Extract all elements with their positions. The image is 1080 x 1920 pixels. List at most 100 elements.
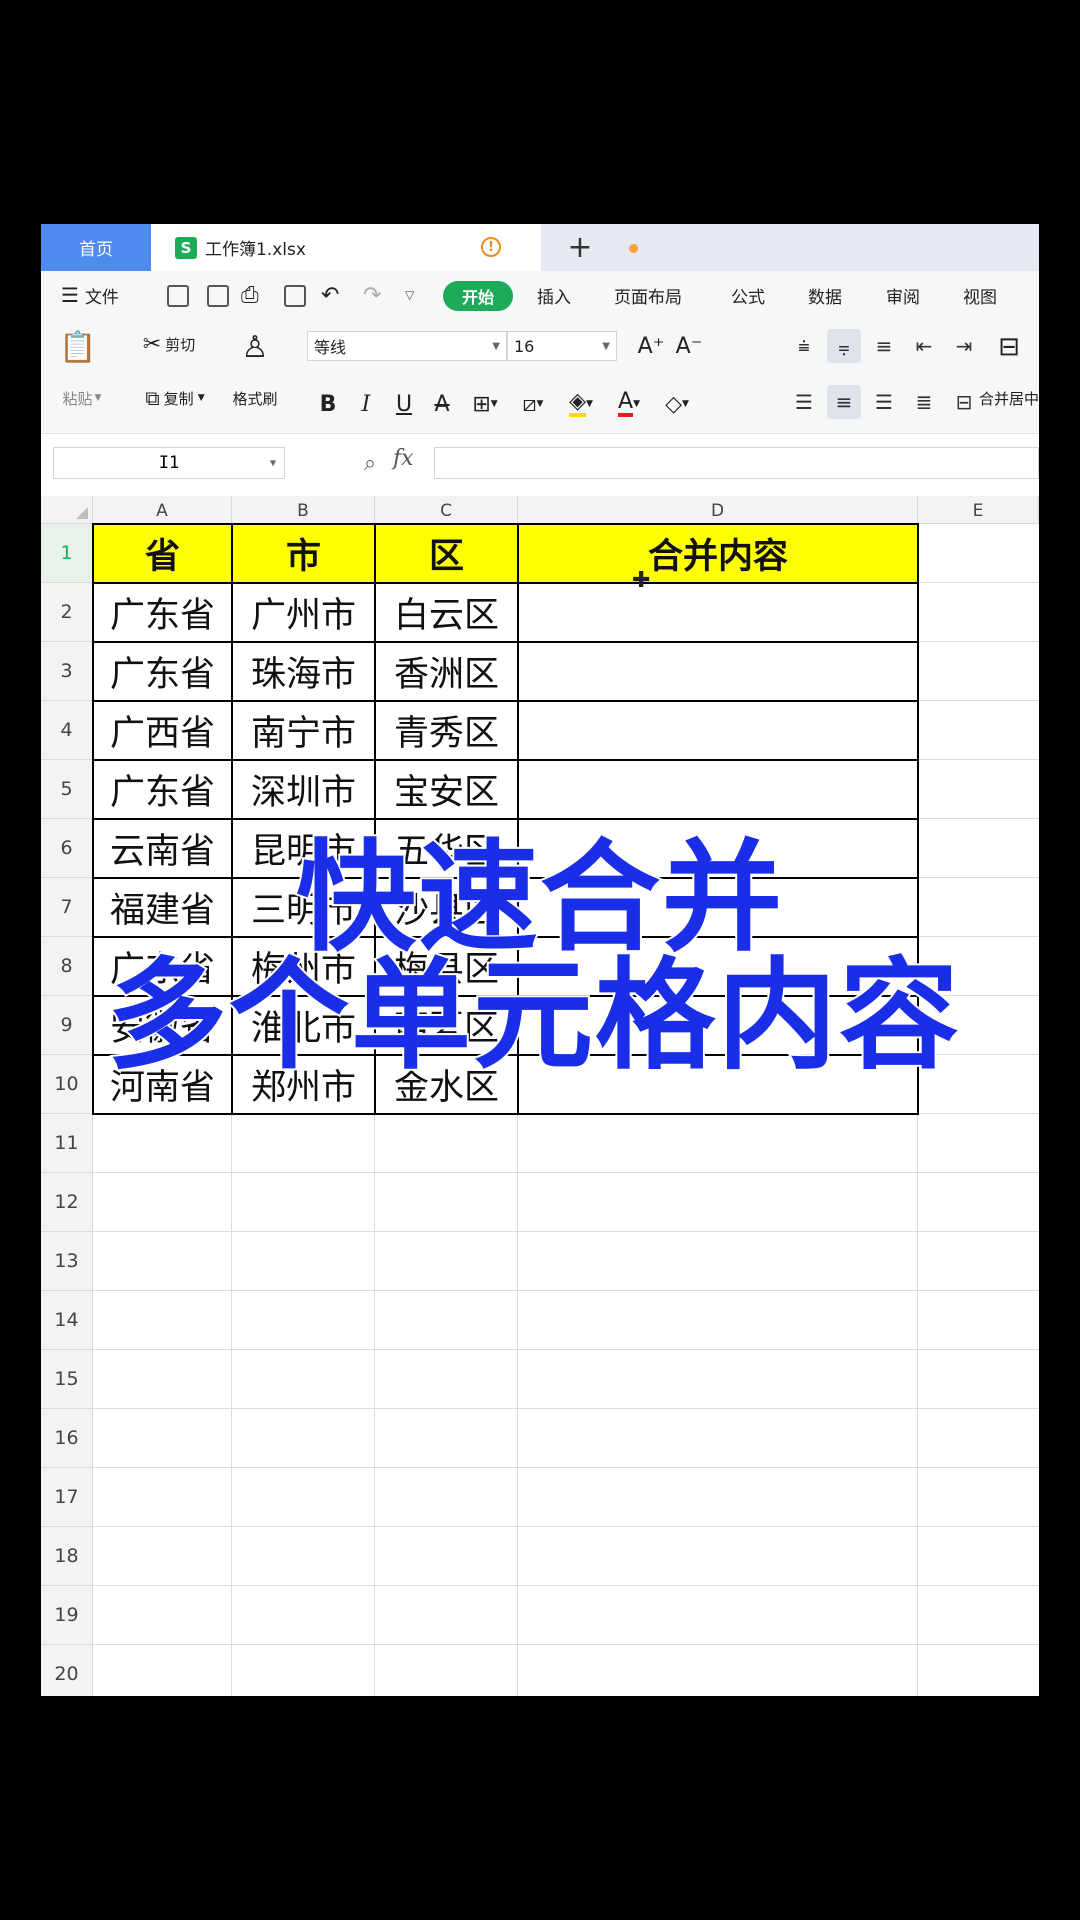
- quick-access-dropdown-icon[interactable]: ▽: [405, 271, 414, 319]
- header-cell[interactable]: 区: [375, 524, 518, 583]
- underline-button[interactable]: U: [387, 389, 421, 419]
- column-header-d[interactable]: D: [518, 496, 918, 524]
- fill-color-button[interactable]: ◈ ▼: [559, 389, 603, 419]
- column-header-c[interactable]: C: [375, 496, 518, 524]
- fill-color-dropdown-icon: ▼: [586, 399, 593, 409]
- table-cell[interactable]: 南宁市: [232, 701, 375, 760]
- zoom-icon[interactable]: ⌕: [357, 450, 383, 476]
- row-header-12[interactable]: 12: [41, 1173, 93, 1232]
- row-header-17[interactable]: 17: [41, 1468, 93, 1527]
- gridline-horizontal: [93, 1644, 1039, 1645]
- print-preview-icon[interactable]: [284, 285, 306, 307]
- bold-button[interactable]: B: [311, 389, 345, 419]
- header-cell[interactable]: 合并内容: [518, 524, 918, 583]
- menu-tab-page-layout[interactable]: 页面布局: [614, 271, 682, 319]
- decrease-indent-button[interactable]: ⇤: [907, 329, 941, 363]
- borders-button[interactable]: ⊞ ▼: [463, 389, 507, 419]
- clear-format-button[interactable]: ◇ ▼: [655, 389, 699, 419]
- row-header-20[interactable]: 20: [41, 1645, 93, 1696]
- row-header-14[interactable]: 14: [41, 1291, 93, 1350]
- menu-tab-data[interactable]: 数据: [808, 271, 842, 319]
- file-menu[interactable]: ☰ 文件: [61, 271, 119, 319]
- print-icon[interactable]: ⎙: [241, 271, 259, 319]
- align-middle-button[interactable]: ⩦: [827, 329, 861, 363]
- column-header-b[interactable]: B: [232, 496, 375, 524]
- row-header-13[interactable]: 13: [41, 1232, 93, 1291]
- align-top-button[interactable]: ⩧: [787, 329, 821, 363]
- font-name-select[interactable]: 等线 ▼: [307, 331, 507, 361]
- redo-icon[interactable]: ↷: [363, 271, 381, 319]
- paste-button[interactable]: 粘贴 ▼: [57, 385, 107, 411]
- tab-document[interactable]: S 工作簿1.xlsx !: [151, 224, 638, 271]
- undo-icon[interactable]: ↶: [321, 271, 339, 319]
- menu-tab-formulas[interactable]: 公式: [731, 271, 765, 319]
- italic-button[interactable]: I: [349, 389, 383, 419]
- table-cell[interactable]: 广州市: [232, 583, 375, 642]
- cut-button[interactable]: ✂ 剪切: [129, 331, 209, 357]
- increase-indent-button[interactable]: ⇥: [947, 329, 981, 363]
- table-cell[interactable]: 广东省: [93, 583, 232, 642]
- formula-bar: I1 ▼ ⌕ fx: [41, 434, 1039, 496]
- copy-icon: ⧉: [145, 386, 160, 410]
- header-cell[interactable]: 省: [93, 524, 232, 583]
- select-all-corner[interactable]: [41, 496, 93, 524]
- gridline-horizontal: [93, 1172, 1039, 1173]
- merge-center-icon[interactable]: ⊟: [981, 327, 1037, 367]
- table-cell[interactable]: [518, 642, 918, 701]
- font-name-dropdown-icon: ▼: [492, 340, 500, 352]
- align-right-button[interactable]: ☰: [867, 385, 901, 419]
- warning-icon[interactable]: !: [481, 237, 501, 257]
- scissors-icon: ✂: [142, 331, 162, 357]
- format-painter-button[interactable]: 格式刷: [225, 385, 285, 411]
- align-center-button[interactable]: ≡: [827, 385, 861, 419]
- table-cell[interactable]: 珠海市: [232, 642, 375, 701]
- export-icon[interactable]: [207, 285, 229, 307]
- table-cell[interactable]: 青秀区: [375, 701, 518, 760]
- table-cell[interactable]: [518, 701, 918, 760]
- format-painter-icon[interactable]: ♙: [237, 327, 273, 367]
- strikethrough-button[interactable]: A: [425, 389, 459, 419]
- shrink-font-button[interactable]: A⁻: [672, 331, 706, 361]
- menu-tab-view[interactable]: 视图: [963, 271, 997, 319]
- row-header-4[interactable]: 4: [41, 701, 93, 760]
- save-icon[interactable]: [167, 285, 189, 307]
- ribbon-toolbar: 📋 粘贴 ▼ ✂ 剪切 ⧉ 复制 ▼ ♙ 格式刷 等线 ▼ 16 ▼ A⁺ A⁻ B I U…: [41, 319, 1039, 434]
- font-color-button[interactable]: A ▼: [607, 389, 651, 419]
- copy-label: 复制: [163, 389, 194, 408]
- table-cell[interactable]: 白云区: [375, 583, 518, 642]
- align-left-button[interactable]: ☰: [787, 385, 821, 419]
- copy-button[interactable]: ⧉ 复制 ▼: [129, 385, 221, 411]
- row-header-1[interactable]: 1: [41, 524, 93, 583]
- row-header-15[interactable]: 15: [41, 1350, 93, 1409]
- tab-home[interactable]: 首页: [41, 224, 151, 271]
- row-header-2[interactable]: 2: [41, 583, 93, 642]
- justify-button[interactable]: ≣: [907, 385, 941, 419]
- name-box[interactable]: I1 ▼: [53, 447, 285, 479]
- table-cell[interactable]: 广西省: [93, 701, 232, 760]
- menu-tab-start[interactable]: 开始: [443, 281, 513, 311]
- table-cell[interactable]: 广东省: [93, 642, 232, 701]
- column-header-e[interactable]: E: [918, 496, 1039, 524]
- align-bottom-button[interactable]: ≡: [867, 329, 901, 363]
- row-header-16[interactable]: 16: [41, 1409, 93, 1468]
- cell-style-button[interactable]: ⧄ ▼: [511, 389, 555, 419]
- row-header-11[interactable]: 11: [41, 1114, 93, 1173]
- row-header-18[interactable]: 18: [41, 1527, 93, 1586]
- function-fx-button[interactable]: fx: [393, 446, 414, 471]
- menu-tab-insert[interactable]: 插入: [537, 271, 571, 319]
- spreadsheet-grid[interactable]: A B C D E 1 2 3 4 5 6 7 8 9 10 11 12 13 14 15 16 17 18 19 20 省市区合…: [41, 496, 1039, 1696]
- grow-font-button[interactable]: A⁺: [634, 331, 668, 361]
- paste-icon[interactable]: 📋: [59, 327, 96, 367]
- cell-style-dropdown-icon: ▼: [536, 399, 544, 409]
- menu-tab-review[interactable]: 审阅: [886, 271, 920, 319]
- row-header-19[interactable]: 19: [41, 1586, 93, 1645]
- row-header-3[interactable]: 3: [41, 642, 93, 701]
- column-header-a[interactable]: A: [93, 496, 232, 524]
- font-size-select[interactable]: 16 ▼: [507, 331, 617, 361]
- formula-input[interactable]: [434, 447, 1039, 479]
- new-tab-button[interactable]: +: [561, 228, 599, 266]
- merge-center-button[interactable]: 合并居中: [975, 385, 1039, 411]
- table-cell[interactable]: [518, 583, 918, 642]
- table-cell[interactable]: 香洲区: [375, 642, 518, 701]
- header-cell[interactable]: 市: [232, 524, 375, 583]
